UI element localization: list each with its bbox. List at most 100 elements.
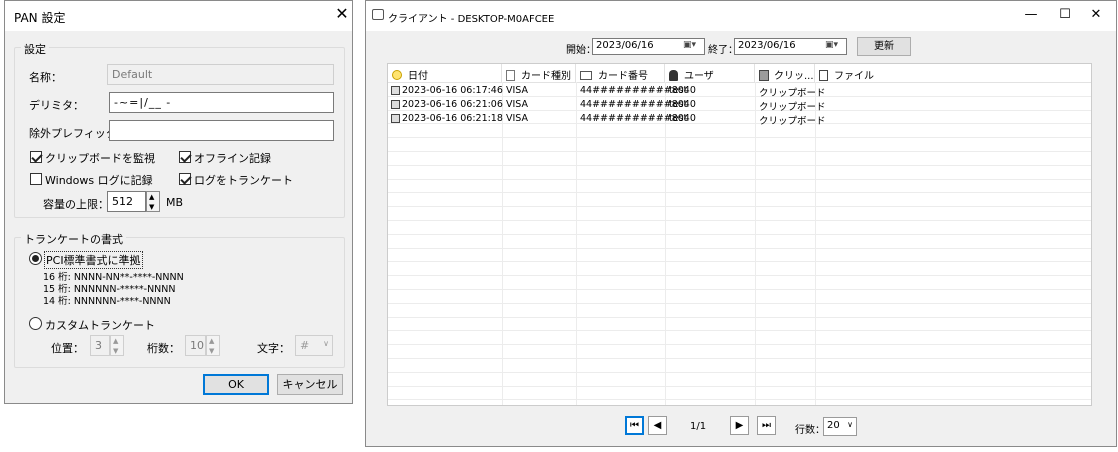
rows-per-page-dropdown[interactable]: 20 ∨ xyxy=(823,417,857,436)
prev-page-button[interactable]: ◀ xyxy=(648,416,667,435)
column-header-card-type-label: カード種別 xyxy=(521,71,571,82)
capacity-spinner[interactable] xyxy=(146,191,160,212)
cancel-button[interactable]: キャンセル xyxy=(277,374,343,395)
monitor-clipboard-checkbox[interactable] xyxy=(30,151,42,163)
char-dropdown-value: # xyxy=(300,339,310,352)
last-page-button[interactable]: ⏭ xyxy=(757,416,776,435)
cell-user: test xyxy=(669,98,688,110)
name-field[interactable]: Default xyxy=(107,64,334,85)
digits-field[interactable]: 10 xyxy=(185,335,206,356)
chevron-down-icon: ∨ xyxy=(323,339,329,348)
column-header-user-label: ユーザ xyxy=(684,71,714,82)
header-divider xyxy=(388,82,1091,83)
format-14-digits: 14 桁: NNNNNN-****-NNNN xyxy=(43,296,171,307)
rows-per-page-label: 行数： xyxy=(795,425,825,436)
next-page-button[interactable]: ▶ xyxy=(730,416,749,435)
column-header-file-label: ファイル xyxy=(834,71,874,82)
row-gridline xyxy=(388,344,1091,346)
capacity-field[interactable]: 512 xyxy=(107,191,146,212)
column-header-card-number-label: カード番号 xyxy=(598,71,648,82)
calendar-icon[interactable]: ▣▾ xyxy=(683,40,703,53)
row-gridline xyxy=(388,399,1091,401)
cell-card-type: VISA xyxy=(506,98,529,110)
column-header-date[interactable]: 日付 xyxy=(388,64,502,82)
ok-button[interactable]: OK xyxy=(203,374,269,395)
capacity-unit: MB xyxy=(166,196,184,209)
truncate-log-checkbox[interactable] xyxy=(179,173,191,185)
row-gridline xyxy=(388,316,1091,318)
column-header-file[interactable]: ファイル xyxy=(815,64,1091,82)
delimiter-field[interactable]: -~=|/__ - xyxy=(109,92,334,113)
row-gridline xyxy=(388,164,1091,166)
column-header-card-number[interactable]: カード番号 xyxy=(576,64,665,82)
position-field[interactable]: 3 xyxy=(90,335,110,356)
cell-date: 2023-06-16 06:21:18 xyxy=(402,112,503,124)
maximize-button[interactable]: ☐ xyxy=(1055,7,1075,22)
clock-icon xyxy=(392,70,402,80)
minimize-button[interactable]: — xyxy=(1021,7,1041,22)
column-header-user[interactable]: ユーザ xyxy=(665,64,755,82)
file-icon xyxy=(819,70,828,81)
calendar-icon[interactable]: ▣▾ xyxy=(825,40,845,53)
table-row[interactable]: 2023-06-16 06:17:46 VISA 44##########8040 t… xyxy=(388,84,1091,99)
table-row[interactable]: 2023-06-16 06:21:18 VISA 44##########8040 t… xyxy=(388,112,1091,127)
row-gridline xyxy=(388,358,1091,359)
windows-log-checkbox[interactable] xyxy=(30,173,42,185)
monitor-clipboard-label: クリップボードを監視 xyxy=(45,152,155,165)
column-gridline xyxy=(755,82,756,405)
column-header-date-label: 日付 xyxy=(408,71,428,82)
refresh-button[interactable]: 更新 xyxy=(857,37,911,56)
clipboard-icon xyxy=(759,70,769,81)
row-gridline xyxy=(388,289,1091,290)
custom-truncate-label: カスタムトランケート xyxy=(45,319,155,332)
start-date-value: 2023/06/16 xyxy=(596,40,654,51)
chevron-down-icon: ∨ xyxy=(847,420,853,429)
position-spinner[interactable] xyxy=(110,335,124,356)
row-gridline xyxy=(388,151,1091,152)
row-gridline xyxy=(388,330,1091,332)
log-list[interactable]: 日付 カード種別 カード番号 ユーザ クリッ... ファイル 2023-06-1… xyxy=(387,63,1092,406)
column-gridline xyxy=(815,82,816,405)
cell-date: 2023-06-16 06:21:06 xyxy=(402,98,503,110)
column-header-card-type[interactable]: カード種別 xyxy=(502,64,576,82)
first-page-button[interactable]: ⏮ xyxy=(625,416,644,435)
cell-user: test xyxy=(669,112,688,124)
digits-spinner[interactable] xyxy=(206,335,220,356)
log-row-icon xyxy=(391,113,400,123)
row-gridline xyxy=(388,261,1091,263)
window-close-button[interactable]: ✕ xyxy=(1086,7,1106,22)
table-row[interactable]: 2023-06-16 06:21:06 VISA 44##########8040 t… xyxy=(388,98,1091,113)
pci-standard-radio[interactable] xyxy=(29,252,42,265)
char-dropdown[interactable]: # ∨ xyxy=(295,335,333,356)
column-gridline xyxy=(502,82,503,405)
dialog-titlebar: PAN 設定 ✕ xyxy=(5,1,352,31)
log-row-icon xyxy=(391,86,400,95)
column-header-source[interactable]: クリッ... xyxy=(755,64,815,82)
windows-log-label: Windows ログに記録 xyxy=(45,174,153,187)
rows-per-page-value: 20 xyxy=(827,420,840,431)
exclude-prefix-field[interactable] xyxy=(109,120,334,141)
start-date-picker[interactable]: 2023/06/16 ▣▾ xyxy=(592,38,705,55)
cell-source: クリップボード xyxy=(759,115,826,127)
user-icon xyxy=(669,70,678,81)
digits-label: 桁数： xyxy=(147,342,180,355)
cell-card-type: VISA xyxy=(506,112,529,124)
row-gridline xyxy=(388,233,1091,235)
row-gridline xyxy=(388,137,1091,139)
dialog-close-button[interactable]: ✕ xyxy=(332,4,352,23)
app-icon xyxy=(372,9,384,20)
offline-log-checkbox[interactable] xyxy=(179,151,191,163)
truncate-log-label: ログをトランケート xyxy=(194,174,293,187)
column-gridline xyxy=(576,82,577,405)
dialog-title: PAN 設定 xyxy=(14,11,66,25)
cell-date: 2023-06-16 06:17:46 xyxy=(402,85,503,96)
row-gridline xyxy=(388,178,1091,180)
truncate-format-group-label: トランケートの書式 xyxy=(21,231,126,247)
end-date-picker[interactable]: 2023/06/16 ▣▾ xyxy=(734,38,847,55)
card-icon xyxy=(580,71,592,80)
cell-user: test xyxy=(669,85,688,96)
log-row-icon xyxy=(391,99,400,109)
client-titlebar: クライアント - DESKTOP-M0AFCEE — ☐ ✕ xyxy=(366,1,1116,31)
client-title: クライアント - DESKTOP-M0AFCEE xyxy=(388,14,555,25)
custom-truncate-radio[interactable] xyxy=(29,317,42,330)
